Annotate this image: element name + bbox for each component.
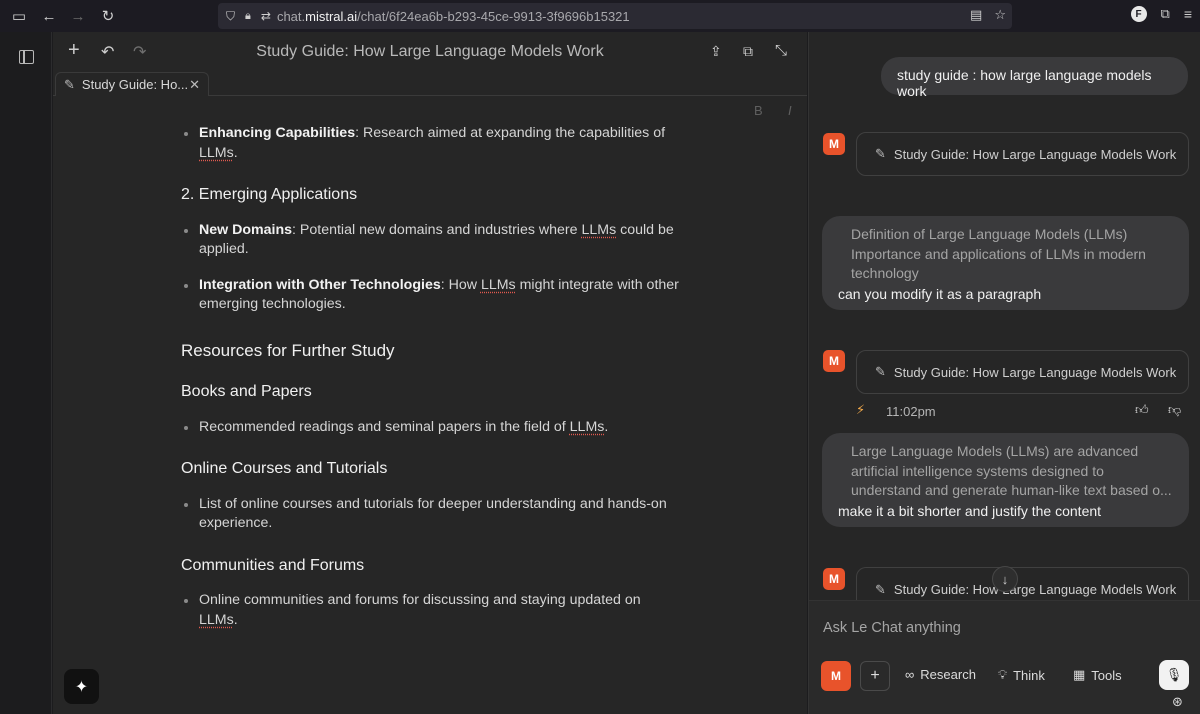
section-heading: Online Courses and Tutorials: [181, 460, 388, 477]
bookmark-star-icon[interactable]: ☆: [994, 7, 1006, 23]
lock-icon: 🔒︎: [245, 9, 251, 22]
list-item: New Domains: Potential new domains and i…: [181, 221, 681, 260]
list-item: Online communities and forums for discus…: [181, 591, 681, 630]
collapse-icon[interactable]: ⤡: [775, 42, 787, 59]
think-button[interactable]: 💡︎ Think: [998, 667, 1045, 683]
section-heading: Resources for Further Study: [181, 340, 395, 360]
italic-format-button[interactable]: I: [788, 103, 792, 118]
message-meta: ⚡︎ 11:02pm 👍︎ 👎︎: [856, 402, 1189, 422]
pencil-icon: ✎: [875, 364, 886, 379]
reader-view-icon[interactable]: ▤: [970, 7, 982, 23]
user-message: Large Language Models (LLMs) are advance…: [822, 433, 1189, 527]
extensions-icon[interactable]: ⧉: [1161, 6, 1170, 22]
thumbs-down-icon[interactable]: 👎︎: [1168, 402, 1181, 418]
user-message: Definition of Large Language Models (LLM…: [822, 216, 1189, 310]
list-item: Enhancing Capabilities: Research aimed a…: [181, 124, 681, 163]
permissions-icon: ⇄: [260, 9, 271, 23]
chat-input[interactable]: Ask Le Chat anything: [823, 620, 961, 636]
bold-format-button[interactable]: B: [754, 103, 763, 118]
forward-icon[interactable]: →: [63, 1, 93, 31]
section-heading: Communities and Forums: [181, 556, 365, 574]
microphone-icon: 🎙︎: [1165, 667, 1183, 682]
editor-toolbar: + ↶ ↷ Study Guide: How Large Language Mo…: [53, 32, 807, 72]
back-icon[interactable]: ←: [34, 1, 64, 31]
infinity-icon: ∞: [905, 667, 915, 682]
share-icon[interactable]: ⇪: [710, 43, 722, 60]
timestamp: 11:02pm: [886, 404, 936, 419]
pencil-icon: ✎: [875, 582, 886, 597]
tools-button[interactable]: ▦ Tools: [1073, 667, 1122, 683]
message-text: study guide : how large language models …: [897, 67, 1152, 99]
pencil-icon: ✎: [64, 76, 75, 92]
artifact-label: Study Guide: How Large Language Models W…: [893, 582, 1177, 597]
mistral-logo-icon: M: [823, 133, 845, 155]
lightning-icon: ⚡︎: [856, 402, 866, 417]
url-text: chat.mistral.ai/chat/6f24ea6b-b293-45ce-…: [276, 8, 630, 24]
grid-icon: ▦: [1073, 667, 1086, 682]
quoted-text: Definition of Large Language Models (LLM…: [851, 226, 1146, 281]
document-title: Study Guide: How Large Language Models W…: [256, 43, 604, 60]
mistral-logo-icon: M: [823, 568, 845, 590]
artifact-label: Study Guide: How Large Language Models W…: [893, 364, 1177, 380]
artifact-card[interactable]: ✎ Study Guide: How Large Language Models…: [856, 567, 1189, 600]
url-bar[interactable]: ⛉ 🔒︎ ⇄ chat.mistral.ai/chat/6f24ea6b-b29…: [218, 3, 1012, 29]
section-heading: 2. Emerging Applications: [181, 186, 358, 203]
arrow-down-icon: ↓: [1001, 571, 1009, 587]
menu-icon[interactable]: ≡: [1184, 6, 1192, 22]
sidebar-toggle-icon[interactable]: ▭: [4, 1, 34, 31]
add-attachment-button[interactable]: +: [860, 661, 890, 691]
list-item: Recommended readings and seminal papers …: [181, 418, 681, 438]
profile-avatar[interactable]: F: [1130, 6, 1147, 22]
ai-assist-button[interactable]: ✦: [64, 669, 99, 704]
list-item: List of online courses and tutorials for…: [181, 495, 681, 534]
thumbs-up-icon[interactable]: 👍︎: [1135, 402, 1149, 418]
list-item: Integration with Other Technologies: How…: [181, 276, 681, 315]
chat-panel: study guide : how large language models …: [808, 32, 1200, 714]
canvas-editor: + ↶ ↷ Study Guide: How Large Language Mo…: [53, 32, 807, 714]
sparkle-icon: ✦: [74, 678, 89, 696]
message-text: make it a bit shorter and justify the co…: [838, 502, 1102, 519]
microphone-button[interactable]: 🎙︎: [1159, 660, 1189, 690]
reload-icon[interactable]: ↻: [93, 1, 123, 31]
copy-icon[interactable]: ⧉: [743, 43, 753, 60]
message-text: can you modify it as a paragraph: [838, 285, 1042, 302]
sidebar-panel-icon[interactable]: [19, 50, 34, 64]
tab-strip: ✎ Study Guide: Ho... ✕: [53, 72, 807, 96]
tab-label: Study Guide: Ho...: [81, 77, 189, 92]
chat-composer: Ask Le Chat anything M + ∞ Research 💡︎ Thi…: [809, 600, 1200, 714]
section-heading: Books and Papers: [181, 383, 312, 400]
quoted-text: Large Language Models (LLMs) are advance…: [851, 443, 1172, 498]
research-button[interactable]: ∞ Research: [905, 667, 976, 682]
scroll-down-button[interactable]: ↓: [992, 566, 1018, 592]
tab-study-guide[interactable]: ✎ Study Guide: Ho... ✕: [55, 72, 209, 96]
artifact-label: Study Guide: How Large Language Models W…: [893, 146, 1177, 162]
left-rail: [0, 32, 52, 714]
close-icon[interactable]: ✕: [189, 77, 200, 93]
artifact-card[interactable]: ✎ Study Guide: How Large Language Models…: [856, 350, 1189, 394]
document-body[interactable]: Enhancing Capabilities: Research aimed a…: [181, 124, 681, 646]
mistral-mode-button[interactable]: M: [821, 661, 851, 691]
pencil-icon: ✎: [875, 146, 886, 161]
mistral-logo-icon: M: [823, 350, 845, 372]
shield-icon: ⛉: [226, 8, 236, 23]
artifact-card[interactable]: ✎ Study Guide: How Large Language Models…: [856, 132, 1189, 176]
accessibility-icon[interactable]: ⊛: [1172, 694, 1183, 710]
lightbulb-icon: 💡︎: [998, 667, 1008, 682]
user-message: study guide : how large language models …: [881, 57, 1188, 99]
browser-toolbar: ▭ ← → ↻ ⛉ 🔒︎ ⇄ chat.mistral.ai/chat/6f24…: [0, 0, 1200, 32]
